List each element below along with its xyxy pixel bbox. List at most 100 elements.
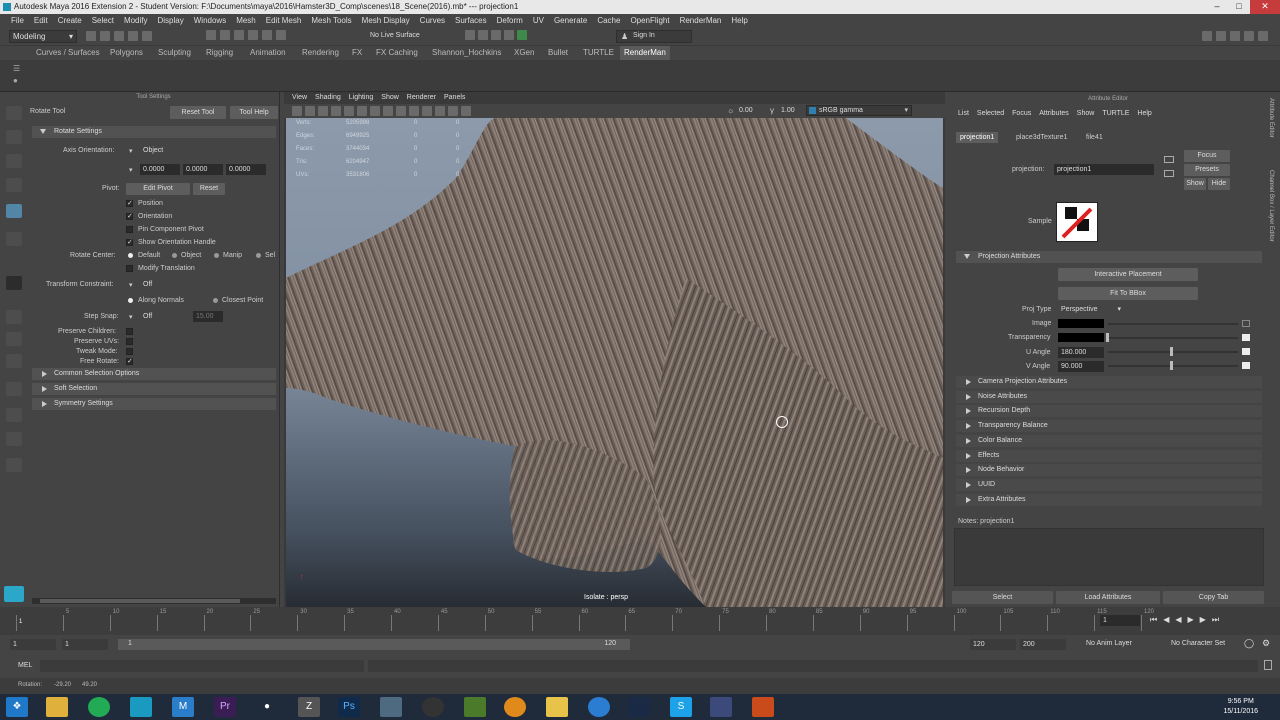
v-angle-field[interactable]: 90.000 — [1058, 361, 1104, 372]
xray-icon[interactable] — [448, 106, 458, 116]
closest-point-radio[interactable] — [213, 298, 218, 303]
steam-icon[interactable] — [628, 697, 650, 717]
viewport-menu-renderer[interactable]: Renderer — [403, 92, 440, 104]
rotate-center-default-radio[interactable] — [128, 253, 133, 258]
ae-tab-file41[interactable]: file41 — [1082, 132, 1107, 143]
step-back-key-icon[interactable]: ◀ — [1163, 615, 1169, 625]
shelf-tab-animation[interactable]: Animation — [246, 46, 290, 60]
menu-surfaces[interactable]: Surfaces — [450, 14, 492, 28]
ae-menu-turtle[interactable]: TURTLE — [1098, 108, 1133, 120]
film-gate-icon[interactable] — [357, 106, 367, 116]
axis-x-field[interactable]: 0.0000 — [140, 164, 180, 175]
minimize-button[interactable]: – — [1206, 0, 1228, 14]
menu-select[interactable]: Select — [87, 14, 119, 28]
image-color-swatch[interactable] — [1058, 319, 1104, 328]
viewport-menu-shading[interactable]: Shading — [311, 92, 345, 104]
maya-taskbar-icon[interactable] — [130, 697, 152, 717]
horizontal-scrollbar[interactable] — [32, 598, 276, 604]
fit-to-bbox-button[interactable]: Fit To BBox — [1058, 287, 1198, 300]
menu-uv[interactable]: UV — [528, 14, 549, 28]
show-button[interactable]: Show — [1184, 178, 1206, 190]
ae-section-effects[interactable]: Effects — [956, 449, 1262, 462]
undo-icon[interactable] — [128, 31, 138, 41]
preferences-icon[interactable]: ⚙ — [1262, 638, 1270, 649]
current-frame-field[interactable]: 1 — [1100, 615, 1140, 626]
ae-section-node-behavior[interactable]: Node Behavior — [956, 464, 1262, 477]
node-name-field[interactable]: projection1 — [1054, 164, 1154, 175]
scale-tool-icon[interactable] — [6, 232, 22, 246]
interactive-placement-button[interactable]: Interactive Placement — [1058, 268, 1198, 281]
shelf-tab-polygons[interactable]: Polygons — [106, 46, 147, 60]
u-angle-map-button[interactable] — [1242, 348, 1250, 355]
menu-edit-mesh[interactable]: Edit Mesh — [261, 14, 307, 28]
obs-icon[interactable]: ● — [256, 697, 278, 717]
menu-mesh-tools[interactable]: Mesh Tools — [306, 14, 356, 28]
hide-button[interactable]: Hide — [1208, 178, 1230, 190]
auto-key-icon[interactable]: ◯ — [1244, 638, 1254, 649]
zbrush-icon[interactable]: Z — [298, 697, 320, 717]
ipr-render-icon[interactable] — [478, 30, 488, 40]
render-settings-icon[interactable] — [491, 30, 501, 40]
windows-start-icon[interactable]: ❖ — [6, 697, 28, 717]
input-connection-icon[interactable] — [1164, 156, 1174, 163]
shelf-tab-turtle[interactable]: TURTLE — [579, 46, 618, 60]
grid-icon[interactable] — [344, 106, 354, 116]
rotate-center-manip-radio[interactable] — [214, 253, 219, 258]
step-snap-select[interactable]: Off — [140, 311, 190, 322]
quick-layout-two-icon[interactable] — [6, 354, 22, 368]
move-tool-icon[interactable] — [6, 178, 22, 192]
u-angle-slider[interactable] — [1108, 351, 1238, 353]
reset-tool-button[interactable]: Reset Tool — [170, 106, 226, 119]
image-plane-icon[interactable] — [331, 106, 341, 116]
quick-layout-four-icon[interactable] — [6, 332, 22, 346]
color-space-select[interactable]: sRGB gamma ▾ — [806, 105, 912, 116]
anim-layer-select[interactable]: No Anim Layer — [1086, 640, 1132, 647]
chrome-icon[interactable] — [88, 697, 110, 717]
side-tab-attribute-editor[interactable]: Attribute Editor — [1268, 98, 1274, 138]
play-forward-icon[interactable]: ▶ — [1188, 615, 1194, 625]
viewport-scene[interactable]: Verts: 5205998 0 0 Edges: 6949925 0 0 Faces: 3744… — [286, 118, 943, 607]
ae-tab-place3dtexture1[interactable]: place3dTexture1 — [1012, 132, 1071, 143]
menu-mesh-display[interactable]: Mesh Display — [357, 14, 415, 28]
menu-display[interactable]: Display — [153, 14, 189, 28]
rotate-center-object-radio[interactable] — [172, 253, 177, 258]
axis-orientation-select[interactable]: Object — [140, 145, 266, 156]
proj-type-select[interactable]: Perspective ▾ — [1058, 304, 1124, 315]
step-back-frame-icon[interactable]: ◀ — [1175, 615, 1181, 625]
ae-section-noise-attributes[interactable]: Noise Attributes — [956, 390, 1262, 403]
last-tool-icon[interactable] — [6, 276, 22, 290]
range-bar[interactable]: 1 120 — [118, 639, 630, 650]
hypershade-layout-icon[interactable] — [6, 432, 22, 446]
image-slider[interactable] — [1108, 323, 1238, 325]
layout-icon[interactable] — [1202, 31, 1212, 41]
outliner-layout-icon[interactable] — [6, 382, 22, 396]
ae-section-transparency-balance[interactable]: Transparency Balance — [956, 420, 1262, 433]
preserve-children-checkbox[interactable] — [126, 328, 133, 335]
tool-settings-toggle-icon[interactable] — [1244, 31, 1254, 41]
select-tool-icon[interactable] — [6, 106, 22, 120]
ae-section-extra-attributes[interactable]: Extra Attributes — [956, 493, 1262, 506]
toolbox-more-icon[interactable] — [6, 458, 22, 472]
show-orientation-handle-checkbox[interactable]: ✓ — [126, 239, 133, 246]
wireframe-icon[interactable] — [383, 106, 393, 116]
transparency-map-button[interactable] — [1242, 334, 1250, 341]
snap-plane-icon[interactable] — [276, 30, 286, 40]
script-editor-icon[interactable] — [1264, 660, 1272, 670]
viewport-menu-lighting[interactable]: Lighting — [345, 92, 378, 104]
sample-swatch[interactable] — [1056, 202, 1098, 242]
premiere-icon[interactable]: Pr — [214, 697, 236, 717]
ae-section-camera-projection-attributes[interactable]: Camera Projection Attributes — [956, 376, 1262, 388]
transform-constraint-select[interactable]: Off — [140, 279, 226, 290]
snap-curve-icon[interactable] — [248, 30, 258, 40]
ae-section-uuid[interactable]: UUID — [956, 478, 1262, 491]
symmetry-settings-header[interactable]: Symmetry Settings — [32, 398, 276, 410]
preserve-uvs-checkbox[interactable] — [126, 338, 133, 345]
presets-button[interactable]: Presets — [1184, 164, 1230, 176]
app-icon-4[interactable] — [504, 697, 526, 717]
attribute-editor-toggle-icon[interactable] — [1230, 31, 1240, 41]
menu-file[interactable]: File — [6, 14, 29, 28]
menu-generate[interactable]: Generate — [549, 14, 592, 28]
menu-renderman[interactable]: RenderMan — [675, 14, 727, 28]
viewport-menu-view[interactable]: View — [288, 92, 311, 104]
viewport-menu-show[interactable]: Show — [377, 92, 403, 104]
